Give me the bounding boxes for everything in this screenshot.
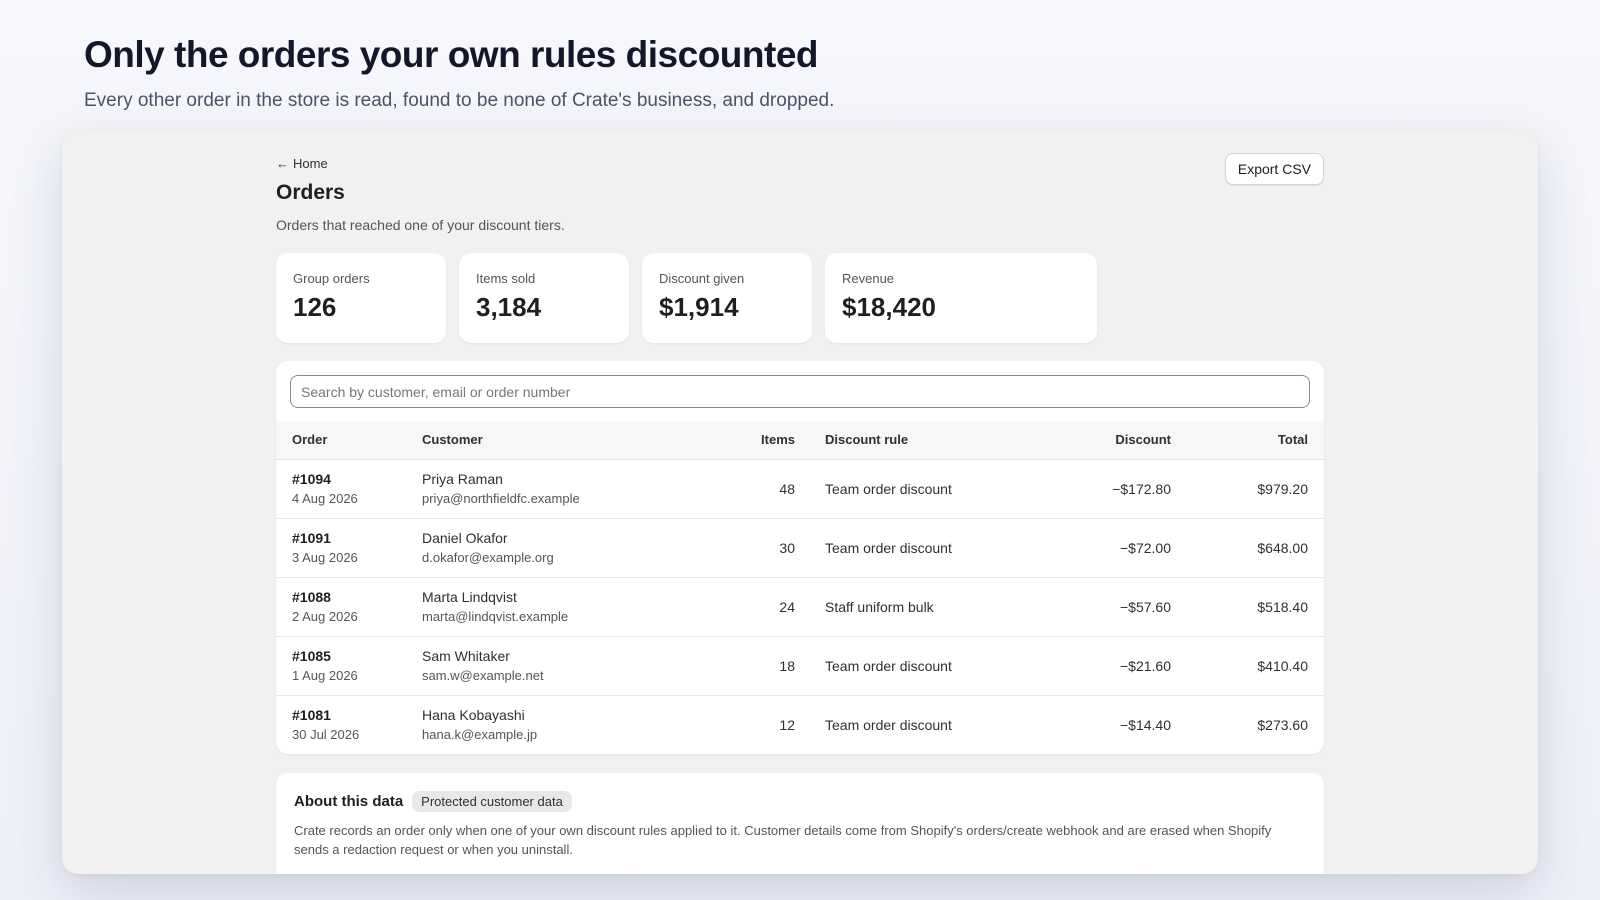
table-row[interactable]: #1091 3 Aug 2026 Daniel Okafor d.okafor@ex…	[276, 518, 1324, 578]
order-date: 4 Aug 2026	[292, 491, 358, 506]
order-date: 1 Aug 2026	[292, 668, 358, 683]
customer-email: marta@lindqvist.example	[422, 609, 569, 624]
customer-name: Hana Kobayashi	[422, 707, 525, 724]
search-input[interactable]	[290, 375, 1310, 408]
customer-email: d.okafor@example.org	[422, 550, 554, 565]
orders-table: Order Customer Items Discount rule Disco…	[276, 421, 1324, 754]
column-header-discount-rule[interactable]: Discount rule	[795, 421, 1045, 460]
column-header-items[interactable]: Items	[702, 421, 795, 460]
discount-rule: Team order discount	[795, 636, 1045, 696]
order-number[interactable]: #1081	[292, 707, 422, 723]
item-count: 12	[779, 716, 795, 733]
customer-name: Marta Lindqvist	[422, 589, 517, 605]
hero-subtitle: Every other order in the store is read, …	[84, 90, 835, 111]
export-csv-button[interactable]: Export CSV	[1224, 153, 1324, 185]
arrow-left-icon: ←	[276, 156, 289, 171]
about-text: Crate records an order only when one of …	[294, 823, 1272, 857]
discount-amount: −$14.40	[1120, 716, 1171, 733]
discount-amount: −$21.60	[1045, 636, 1171, 696]
item-count: 18	[702, 636, 795, 696]
order-date: 30 Jul 2026	[292, 727, 360, 743]
table-row[interactable]: #1085 1 Aug 2026 Sam Whitaker sam.w@exampl…	[276, 636, 1324, 696]
stat-label: Discount given	[659, 271, 745, 286]
order-total: $518.40	[1171, 577, 1324, 637]
table-row[interactable]: #1081 30 Jul 2026 Hana Kobayashi hana.k@ex…	[276, 695, 1324, 754]
stat-value: $1,914	[659, 292, 739, 322]
table-header-row: Order Customer Items Discount rule Disco…	[276, 421, 1324, 460]
stat-value: $18,420	[842, 292, 936, 322]
stat-card-discount-given: Discount given $1,914	[642, 253, 812, 343]
stats-row: Group orders 126 Items sold 3,184 Discou…	[276, 253, 1097, 343]
hero-title: Only the orders your own rules discounte…	[84, 34, 819, 75]
discount-rule: Team order discount	[825, 716, 952, 733]
discount-rule: Staff uniform bulk	[795, 577, 1045, 637]
item-count: 48	[702, 459, 795, 519]
order-total: $648.00	[1171, 518, 1324, 578]
discount-rule: Team order discount	[795, 459, 1045, 519]
stat-card-items-sold: Items sold 3,184	[459, 253, 629, 343]
stat-card-revenue: Revenue $18,420	[825, 253, 1097, 343]
column-header-order[interactable]: Order	[276, 421, 422, 460]
order-date: 2 Aug 2026	[292, 609, 358, 624]
protected-data-badge: Protected customer data	[412, 791, 572, 812]
column-header-total[interactable]: Total	[1171, 421, 1324, 460]
page-description: Orders that reached one of your discount…	[276, 217, 565, 233]
app-frame: ← Home Orders Orders that reached one of…	[62, 130, 1538, 874]
item-count: 30	[702, 518, 795, 578]
customer-name: Daniel Okafor	[422, 530, 508, 546]
customer-name: Sam Whitaker	[422, 648, 510, 664]
table-row[interactable]: #1094 4 Aug 2026 Priya Raman priya@northfi…	[276, 459, 1324, 519]
discount-amount: −$72.00	[1045, 518, 1171, 578]
customer-name: Priya Raman	[422, 471, 503, 487]
column-header-discount[interactable]: Discount	[1045, 421, 1171, 460]
discount-amount: −$57.60	[1045, 577, 1171, 637]
order-number[interactable]: #1088	[292, 589, 422, 605]
order-total: $410.40	[1171, 636, 1324, 696]
page-title: Orders	[276, 181, 345, 204]
customer-email: priya@northfieldfc.example	[422, 491, 580, 506]
order-number[interactable]: #1091	[292, 530, 422, 546]
stat-card-group-orders: Group orders 126	[276, 253, 446, 343]
order-date: 3 Aug 2026	[292, 550, 358, 565]
stat-label: Items sold	[476, 271, 536, 286]
order-total: $273.60	[1257, 716, 1308, 733]
back-link-label: Home	[293, 156, 328, 171]
customer-email: sam.w@example.net	[422, 668, 544, 683]
discount-amount: −$172.80	[1045, 459, 1171, 519]
back-home-link[interactable]: ← Home	[276, 156, 328, 171]
about-title: About this data	[294, 793, 404, 810]
about-header: About this data Protected customer data	[294, 791, 1306, 812]
column-header-customer[interactable]: Customer	[422, 421, 702, 460]
customer-email: hana.k@example.jp	[422, 727, 538, 743]
stat-label: Revenue	[842, 271, 895, 286]
order-number[interactable]: #1094	[292, 471, 422, 487]
order-number[interactable]: #1085	[292, 648, 422, 664]
about-data-card: About this data Protected customer data …	[276, 773, 1324, 874]
stat-label: Group orders	[293, 271, 370, 286]
order-total: $979.20	[1171, 459, 1324, 519]
orders-table-card: Order Customer Items Discount rule Disco…	[276, 361, 1324, 754]
table-row[interactable]: #1088 2 Aug 2026 Marta Lindqvist marta@lin…	[276, 577, 1324, 637]
discount-rule: Team order discount	[795, 518, 1045, 578]
stat-value: 126	[293, 292, 337, 322]
stat-value: 3,184	[476, 292, 542, 322]
search-bar	[276, 361, 1324, 421]
item-count: 24	[702, 577, 795, 637]
